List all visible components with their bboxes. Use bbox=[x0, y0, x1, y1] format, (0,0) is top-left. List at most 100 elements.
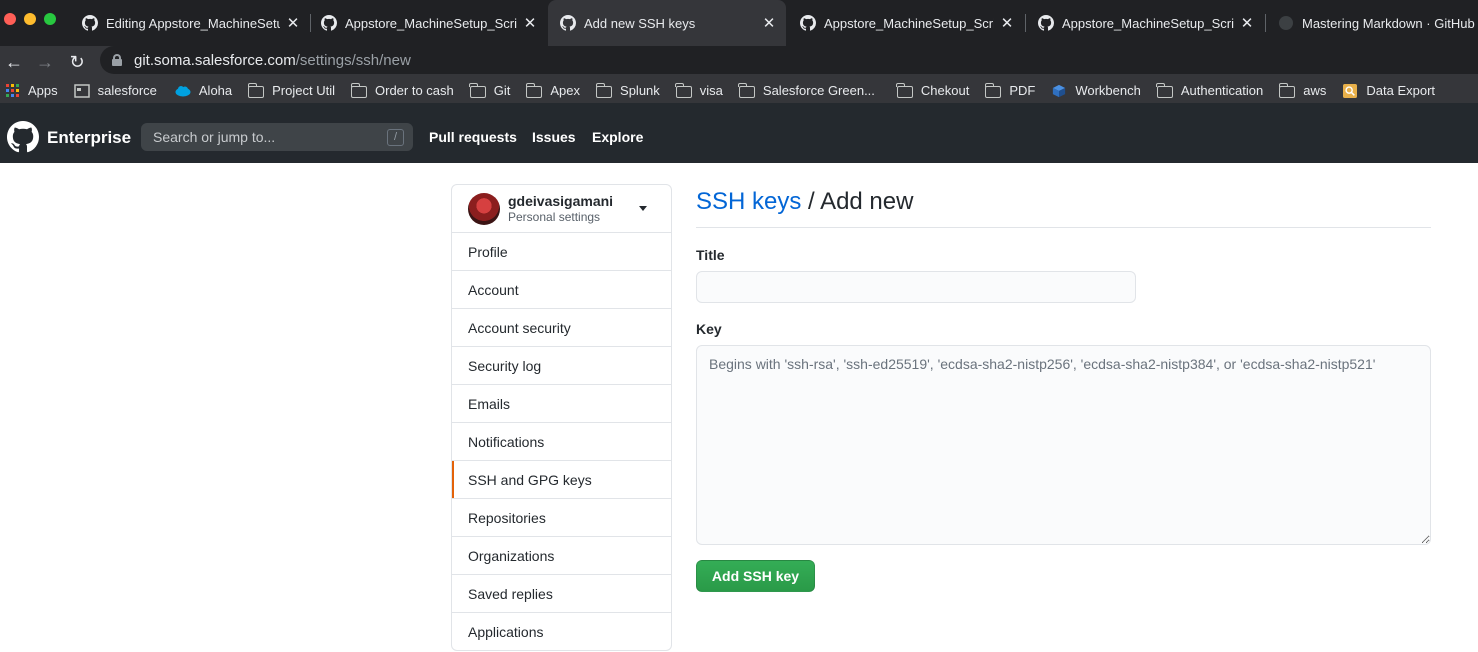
bookmark-label: Aloha bbox=[198, 83, 233, 98]
bookmark-project-util[interactable]: Project Util bbox=[247, 78, 335, 103]
sidebar-item-notifications[interactable]: Notifications bbox=[452, 423, 671, 461]
search-shortcut-key: / bbox=[387, 129, 404, 146]
sidebar-item-saved-replies[interactable]: Saved replies bbox=[452, 575, 671, 613]
tab-close-icon[interactable]: ✕ bbox=[762, 14, 776, 32]
bookmark-label: Apps bbox=[28, 83, 58, 98]
apps-grid-icon bbox=[6, 83, 19, 97]
bookmark-label: Order to cash bbox=[375, 83, 454, 98]
bookmark-splunk[interactable]: Splunk bbox=[595, 78, 660, 103]
breadcrumb-current: Add new bbox=[820, 188, 914, 215]
breadcrumb-separator: / bbox=[801, 188, 821, 215]
browser-tab-active[interactable]: Add new SSH keys ✕ bbox=[548, 0, 786, 46]
folder-icon bbox=[738, 82, 755, 98]
github-favicon-icon bbox=[800, 15, 816, 31]
bookmark-label: Project Util bbox=[272, 83, 335, 98]
url-path: /settings/ssh/new bbox=[295, 51, 411, 69]
back-arrow-icon[interactable]: ← bbox=[0, 48, 28, 76]
sidebar-item-emails[interactable]: Emails bbox=[452, 385, 671, 423]
bookmark-order-to-cash[interactable]: Order to cash bbox=[350, 78, 454, 103]
bookmark-label: salesforce bbox=[97, 83, 157, 98]
bookmark-aws[interactable]: aws bbox=[1278, 78, 1326, 103]
browser-tab-strip: Editing Appstore_MachineSetup_Scripts ✕ … bbox=[0, 0, 1478, 46]
sidebar-item-account-security[interactable]: Account security bbox=[452, 309, 671, 347]
browser-tab[interactable]: Editing Appstore_MachineSetup_Scripts ✕ bbox=[72, 0, 310, 46]
bookmark-git[interactable]: Git bbox=[469, 78, 511, 103]
sidebar-item-repositories[interactable]: Repositories bbox=[452, 499, 671, 537]
sidebar-item-profile[interactable]: Profile bbox=[452, 233, 671, 271]
bookmark-aloha[interactable]: Aloha bbox=[175, 78, 232, 103]
page-title: SSH keys / Add new bbox=[696, 184, 1431, 228]
github-favicon-icon bbox=[560, 15, 576, 31]
forward-arrow-icon[interactable]: → bbox=[31, 48, 59, 76]
search-placeholder: Search or jump to... bbox=[153, 129, 276, 145]
bookmark-salesforce[interactable]: salesforce bbox=[73, 78, 157, 103]
folder-icon bbox=[469, 82, 486, 98]
tab-title: Appstore_MachineSetup_Scripts bbox=[345, 15, 517, 31]
browser-tab[interactable]: Appstore_MachineSetup_Scripts ✕ bbox=[311, 0, 547, 46]
bookmark-label: visa bbox=[699, 83, 723, 98]
account-switcher[interactable]: gdeivasigamani Personal settings bbox=[452, 185, 671, 233]
sidebar-item-security-log[interactable]: Security log bbox=[452, 347, 671, 385]
bookmark-label: Splunk bbox=[620, 83, 660, 98]
folder-icon bbox=[525, 82, 543, 98]
bookmark-workbench[interactable]: Workbench bbox=[1051, 78, 1141, 103]
title-label: Title bbox=[696, 247, 725, 263]
tab-title: Editing Appstore_MachineSetup_Scripts bbox=[106, 15, 280, 31]
sidebar-item-account[interactable]: Account bbox=[452, 271, 671, 309]
tab-title: Mastering Markdown · GitHub Guides bbox=[1302, 15, 1478, 31]
bookmark-label: Git bbox=[493, 83, 511, 98]
tab-title: Appstore_MachineSetup_Scripts bbox=[824, 15, 994, 31]
reload-icon[interactable]: ↻ bbox=[63, 48, 91, 76]
sidebar-item-ssh-gpg-keys[interactable]: SSH and GPG keys bbox=[452, 461, 671, 499]
folder-icon bbox=[350, 82, 367, 98]
tab-close-icon[interactable]: ✕ bbox=[286, 14, 300, 32]
nav-pull-requests[interactable]: Pull requests bbox=[429, 129, 517, 145]
brand-label[interactable]: Enterprise bbox=[47, 128, 131, 148]
bookmark-apex[interactable]: Apex bbox=[525, 78, 580, 103]
address-bar[interactable]: git.soma.salesforce.com/settings/ssh/new bbox=[100, 46, 1478, 74]
window-zoom-button[interactable] bbox=[44, 13, 56, 25]
salesforce-cloud-icon bbox=[175, 85, 191, 96]
browser-tab[interactable]: Appstore_MachineSetup_Scripts ✕ bbox=[1026, 0, 1264, 46]
nav-issues[interactable]: Issues bbox=[532, 129, 576, 145]
add-ssh-key-button[interactable]: Add SSH key bbox=[696, 560, 815, 592]
bookmark-label: Workbench bbox=[1075, 83, 1141, 98]
bookmark-data-export[interactable]: Data Export bbox=[1342, 78, 1435, 103]
key-textarea[interactable] bbox=[696, 345, 1431, 545]
bookmark-chekout[interactable]: Chekout bbox=[896, 78, 969, 103]
bookmark-salesforce-green[interactable]: Salesforce Green... bbox=[738, 78, 875, 103]
github-logo-icon[interactable] bbox=[7, 121, 39, 153]
github-favicon-icon bbox=[82, 15, 98, 31]
browser-toolbar: ← → ↻ git.soma.salesforce.com/settings/s… bbox=[0, 46, 1478, 78]
github-favicon-icon bbox=[1279, 16, 1293, 30]
search-input[interactable]: Search or jump to... / bbox=[141, 123, 413, 151]
cube-icon bbox=[1053, 84, 1066, 97]
bookmark-label: Data Export bbox=[1366, 83, 1436, 98]
sidebar-item-applications[interactable]: Applications bbox=[452, 613, 671, 650]
window-minimize-button[interactable] bbox=[24, 13, 36, 25]
github-favicon-icon bbox=[321, 15, 337, 31]
bookmark-apps[interactable]: Apps bbox=[6, 78, 58, 103]
bookmarks-bar: Apps salesforce Aloha Project Util Order… bbox=[0, 78, 1478, 103]
avatar bbox=[468, 193, 500, 225]
folder-icon bbox=[675, 82, 692, 98]
nav-explore[interactable]: Explore bbox=[592, 129, 643, 145]
browser-tab[interactable]: Appstore_MachineSetup_Scripts ✕ bbox=[788, 0, 1024, 46]
bookmark-label: Salesforce Green... bbox=[762, 83, 875, 98]
window-close-button[interactable] bbox=[4, 13, 16, 25]
personal-settings-label: Personal settings bbox=[508, 210, 601, 224]
bookmark-visa[interactable]: visa bbox=[675, 78, 723, 103]
sidebar-item-organizations[interactable]: Organizations bbox=[452, 537, 671, 575]
folder-icon bbox=[1156, 82, 1173, 98]
tab-close-icon[interactable]: ✕ bbox=[523, 14, 537, 32]
bookmark-authentication[interactable]: Authentication bbox=[1156, 78, 1263, 103]
browser-tab[interactable]: Mastering Markdown · GitHub Guides bbox=[1266, 0, 1478, 46]
tab-close-icon[interactable]: ✕ bbox=[1000, 14, 1014, 32]
bookmark-pdf[interactable]: PDF bbox=[984, 78, 1036, 103]
chevron-down-icon[interactable] bbox=[639, 206, 647, 211]
breadcrumb-ssh-keys-link[interactable]: SSH keys bbox=[696, 188, 801, 215]
lock-icon bbox=[112, 54, 122, 66]
tab-close-icon[interactable]: ✕ bbox=[1240, 14, 1254, 32]
bookmark-label: PDF bbox=[1009, 83, 1036, 98]
title-input[interactable] bbox=[696, 271, 1136, 303]
